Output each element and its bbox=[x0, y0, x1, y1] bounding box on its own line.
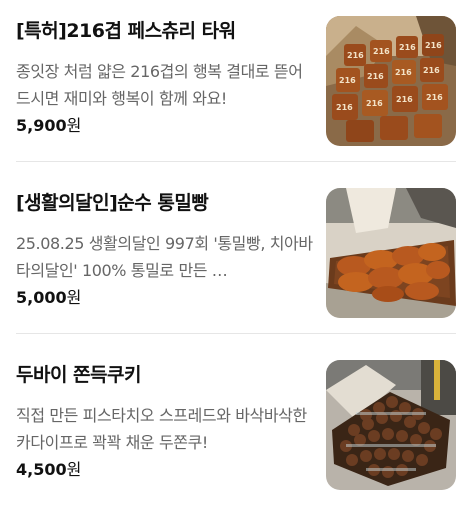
price-amount: 5,000 bbox=[16, 288, 67, 307]
product-image[interactable]: 216 216 216 216 216 216 216 216 216 216 … bbox=[326, 16, 456, 146]
product-title[interactable]: [생활의달인]순수 통밀빵 bbox=[16, 188, 316, 215]
product-description: 직접 만든 피스타치오 스프레드와 바삭바삭한 카다이프로 꽉꽉 채운 두쫀쿠! bbox=[16, 406, 307, 452]
product-title[interactable]: 두바이 쫀득쿠키 bbox=[16, 360, 316, 387]
cookie-stack-photo bbox=[326, 360, 456, 490]
product-price: 4,500원 bbox=[16, 456, 81, 480]
stamp-label: 216 bbox=[373, 47, 390, 56]
stamp-label: 216 bbox=[336, 103, 353, 112]
pastry-tower-photo: 216 216 216 216 216 216 216 216 216 216 … bbox=[326, 16, 456, 146]
price-currency: 원 bbox=[66, 460, 82, 479]
product-item-whole-wheat-bread[interactable]: [생활의달인]순수 통밀빵 25.08.25 생활의달인 997회 '통밀빵, … bbox=[0, 188, 467, 328]
product-item-pastry-tower[interactable]: [특허]216겹 페스츄리 타워 종잇장 처럼 얇은 216겹의 행복 결대로 … bbox=[0, 16, 467, 156]
bread-tray-photo bbox=[326, 188, 456, 318]
product-item-dubai-cookie[interactable]: 두바이 쫀득쿠키 직접 만든 피스타치오 스프레드와 바삭바삭한 카다이프로 꽉… bbox=[0, 360, 467, 500]
price-amount: 4,500 bbox=[16, 460, 67, 479]
product-price: 5,000원 bbox=[16, 284, 81, 308]
product-image[interactable] bbox=[326, 360, 456, 490]
stamp-label: 216 bbox=[367, 72, 384, 81]
price-currency: 원 bbox=[66, 116, 82, 135]
stamp-label: 216 bbox=[423, 66, 440, 75]
price-amount: 5,900 bbox=[16, 116, 67, 135]
product-description: 종잇장 처럼 얇은 216겹의 행복 결대로 뜯어 드시면 재미와 행복이 함께… bbox=[16, 62, 303, 108]
product-image[interactable] bbox=[326, 188, 456, 318]
stamp-label: 216 bbox=[396, 95, 413, 104]
stamp-label: 216 bbox=[395, 68, 412, 77]
stamp-label: 216 bbox=[339, 76, 356, 85]
product-description: 25.08.25 생활의달인 997회 '통밀빵, 치아바타의달인' 100% … bbox=[16, 234, 313, 280]
stamp-label: 216 bbox=[425, 41, 442, 50]
stamp-label: 216 bbox=[347, 51, 364, 60]
stamp-label: 216 bbox=[399, 43, 416, 52]
product-title[interactable]: [특허]216겹 페스츄리 타워 bbox=[16, 16, 316, 43]
price-currency: 원 bbox=[66, 288, 82, 307]
product-price: 5,900원 bbox=[16, 112, 81, 136]
stamp-label: 216 bbox=[366, 99, 383, 108]
stamp-label: 216 bbox=[426, 93, 443, 102]
divider bbox=[16, 161, 456, 162]
divider bbox=[16, 333, 456, 334]
